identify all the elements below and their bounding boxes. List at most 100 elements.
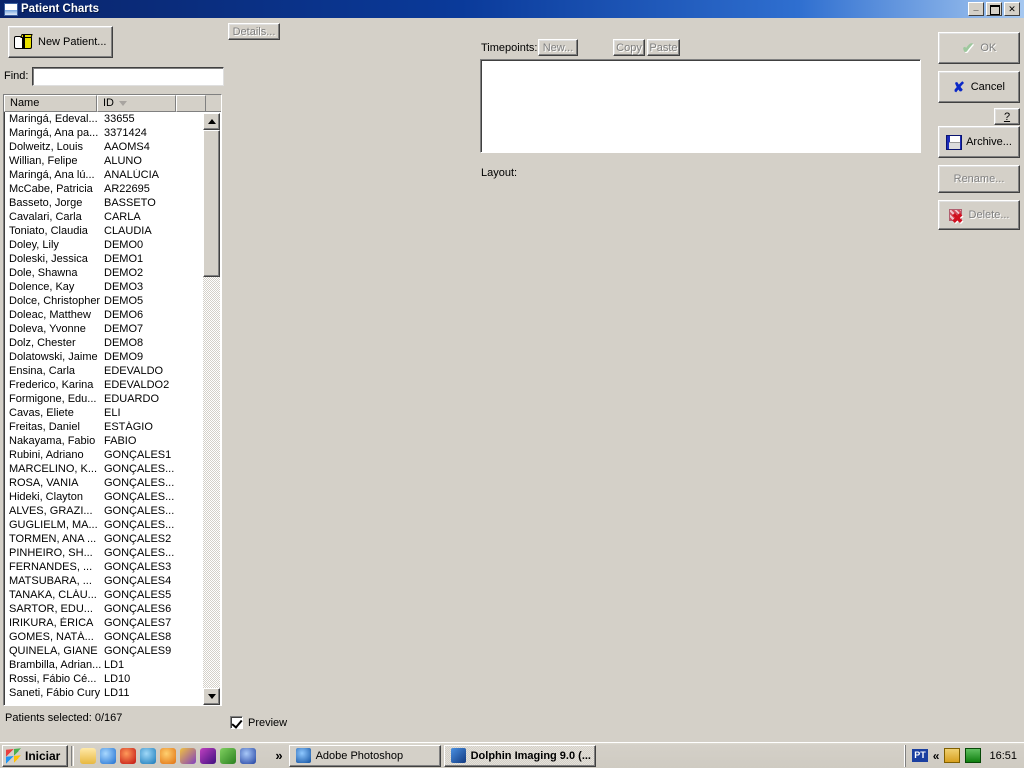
new-patient-button[interactable]: New Patient... <box>8 26 113 58</box>
preview-checkbox-row[interactable]: Preview <box>230 716 287 729</box>
ok-button[interactable]: ✔ OK <box>938 32 1020 64</box>
nero-burning-icon[interactable] <box>120 747 137 764</box>
table-row[interactable]: Doleac, Matthew DEMO6 <box>5 309 194 323</box>
table-row[interactable]: Doleski, Jessica DEMO1 <box>5 253 194 267</box>
table-row[interactable]: TANAKA, CLÁU... GONÇALES5 <box>5 589 194 603</box>
table-row[interactable]: Dolence, Kay DEMO3 <box>5 281 194 295</box>
patient-name-cell: McCabe, Patricia <box>9 183 93 195</box>
table-row[interactable]: QUINELA, GIANE GONÇALES9 <box>5 645 194 659</box>
table-row[interactable]: McCabe, Patricia AR22695 <box>5 183 194 197</box>
patient-id-cell: GONÇALES6 <box>104 603 172 615</box>
table-row[interactable]: Nakayama, Fabio FABIO <box>5 435 194 449</box>
language-indicator[interactable]: PT <box>912 749 928 762</box>
table-row[interactable]: Formigone, Edu... EDUARDO <box>5 393 194 407</box>
table-row[interactable]: Cavas, Eliete ELI <box>5 407 194 421</box>
table-row[interactable]: Freitas, Daniel ESTÁGIO <box>5 421 194 435</box>
list-header: Name ID <box>4 95 221 112</box>
quicktime-icon[interactable] <box>140 747 157 764</box>
patient-name-cell: PINHEIRO, SH... <box>9 547 93 559</box>
clock[interactable]: 16:51 <box>986 750 1017 762</box>
timepoint-paste-button[interactable]: Paste <box>647 39 680 56</box>
scroll-down-button[interactable] <box>203 688 220 705</box>
table-row[interactable]: Maringá, Ana pa... 3371424 <box>5 127 194 141</box>
table-row[interactable]: Toniato, Claudia CLAUDIA <box>5 225 194 239</box>
table-row[interactable]: Maringá, Ana lú... ANALÚCIA <box>5 169 194 183</box>
details-button[interactable]: Details... <box>228 23 280 40</box>
delete-button[interactable]: ✖ Delete... <box>938 200 1020 230</box>
table-row[interactable]: Doleva, Yvonne DEMO7 <box>5 323 194 337</box>
help-button[interactable]: ? <box>994 108 1020 125</box>
windows-logo-icon <box>6 747 21 764</box>
internet-explorer-icon[interactable] <box>100 747 117 764</box>
table-row[interactable]: Basseto, Jorge BASSETO <box>5 197 194 211</box>
table-row[interactable]: Ensina, Carla EDEVALDO <box>5 365 194 379</box>
network-icon[interactable] <box>944 748 961 763</box>
table-row[interactable]: Willian, Felipe ALUNO <box>5 155 194 169</box>
table-row[interactable]: Brambilla, Adrian... LD1 <box>5 659 194 673</box>
list-rows[interactable]: Maringá, Edeval... 33655 Maringá, Ana pa..… <box>5 113 194 705</box>
table-row[interactable]: PINHEIRO, SH... GONÇALES... <box>5 547 194 561</box>
list-vertical-scrollbar[interactable] <box>203 113 220 705</box>
column-header-name[interactable]: Name <box>4 95 97 112</box>
table-row[interactable]: Hideki, Clayton GONÇALES... <box>5 491 194 505</box>
table-row[interactable]: GOMES, NATÁ... GONÇALES8 <box>5 631 194 645</box>
table-row[interactable]: Rubini, Adriano GONÇALES1 <box>5 449 194 463</box>
taskbar-button[interactable]: Adobe Photoshop <box>288 744 441 767</box>
table-row[interactable]: Maringá, Edeval... 33655 <box>5 113 194 127</box>
table-row[interactable]: FERNANDES, ... GONÇALES3 <box>5 561 194 575</box>
maximize-button[interactable] <box>986 2 1002 16</box>
table-row[interactable]: Saneti, Fábio Cury LD11 <box>5 687 194 701</box>
table-row[interactable]: MARCELINO, K... GONÇALES... <box>5 463 194 477</box>
table-row[interactable]: IRIKURA, ÉRICA GONÇALES7 <box>5 617 194 631</box>
cancel-button[interactable]: ✘ Cancel <box>938 71 1020 103</box>
table-row[interactable]: Cavalari, Carla CARLA <box>5 211 194 225</box>
table-row[interactable]: TORMEN, ANA ... GONÇALES2 <box>5 533 194 547</box>
show-desktop-icon[interactable] <box>80 747 97 764</box>
media-player-icon[interactable] <box>160 747 177 764</box>
patient-id-cell: DEMO9 <box>104 351 144 363</box>
timepoints-list[interactable] <box>480 59 921 153</box>
minimize-button[interactable] <box>968 1 984 16</box>
close-button[interactable] <box>1004 2 1020 16</box>
find-input[interactable] <box>32 66 224 86</box>
patient-name-cell: GOMES, NATÁ... <box>9 631 94 643</box>
image-tools-icon[interactable] <box>220 747 237 764</box>
table-row[interactable]: GUGLIELM, MA... GONÇALES... <box>5 519 194 533</box>
table-row[interactable]: Dolatowski, Jaime DEMO9 <box>5 351 194 365</box>
preview-checkbox[interactable] <box>230 716 243 729</box>
table-row[interactable]: Dolz, Chester DEMO8 <box>5 337 194 351</box>
scrollbar-thumb[interactable] <box>203 130 220 277</box>
patient-name-cell: ROSA, VANIA <box>9 477 79 489</box>
table-row[interactable]: Frederico, Karina EDEVALDO2 <box>5 379 194 393</box>
table-row[interactable]: MATSUBARA, ... GONÇALES4 <box>5 575 194 589</box>
patient-id-cell: DEMO5 <box>104 295 144 307</box>
volume-icon[interactable] <box>965 748 982 763</box>
rename-button[interactable]: Rename... <box>938 165 1020 193</box>
vlc-icon[interactable] <box>240 747 257 764</box>
table-row[interactable]: ROSA, VANIA GONÇALES... <box>5 477 194 491</box>
column-header-id[interactable]: ID <box>97 95 176 112</box>
table-row[interactable]: ALVES, GRAZI... GONÇALES... <box>5 505 194 519</box>
timepoint-new-button[interactable]: New... <box>538 39 578 56</box>
patient-name-cell: Dole, Shawna <box>9 267 78 279</box>
tray-expand-icon[interactable]: « <box>933 749 940 763</box>
table-row[interactable]: Dolce, Christopher DEMO5 <box>5 295 194 309</box>
table-row[interactable]: Doley, Lily DEMO0 <box>5 239 194 253</box>
photoshop-icon <box>295 748 311 763</box>
winamp-icon[interactable] <box>180 747 197 764</box>
table-row[interactable]: Rossi, Fábio Cé... LD10 <box>5 673 194 687</box>
video-tools-icon[interactable] <box>200 747 217 764</box>
column-header-blank[interactable] <box>176 95 206 112</box>
timepoint-copy-button[interactable]: Copy <box>613 39 645 56</box>
quicklaunch-overflow-icon[interactable]: » <box>275 748 282 763</box>
table-row[interactable]: Dolweitz, Louis AAOMS4 <box>5 141 194 155</box>
table-row[interactable]: SARTOR, EDU... GONÇALES6 <box>5 603 194 617</box>
archive-button[interactable]: Archive... <box>938 126 1020 158</box>
taskbar-button[interactable]: Dolphin Imaging 9.0 (... <box>443 744 596 767</box>
scroll-up-button[interactable] <box>203 113 220 130</box>
start-button[interactable]: Iniciar <box>2 744 69 767</box>
table-row[interactable]: Dole, Shawna DEMO2 <box>5 267 194 281</box>
sort-descending-icon <box>119 101 127 106</box>
taskbar-button-label: Adobe Photoshop <box>315 749 404 762</box>
patient-id-cell: GONÇALES... <box>104 491 175 503</box>
